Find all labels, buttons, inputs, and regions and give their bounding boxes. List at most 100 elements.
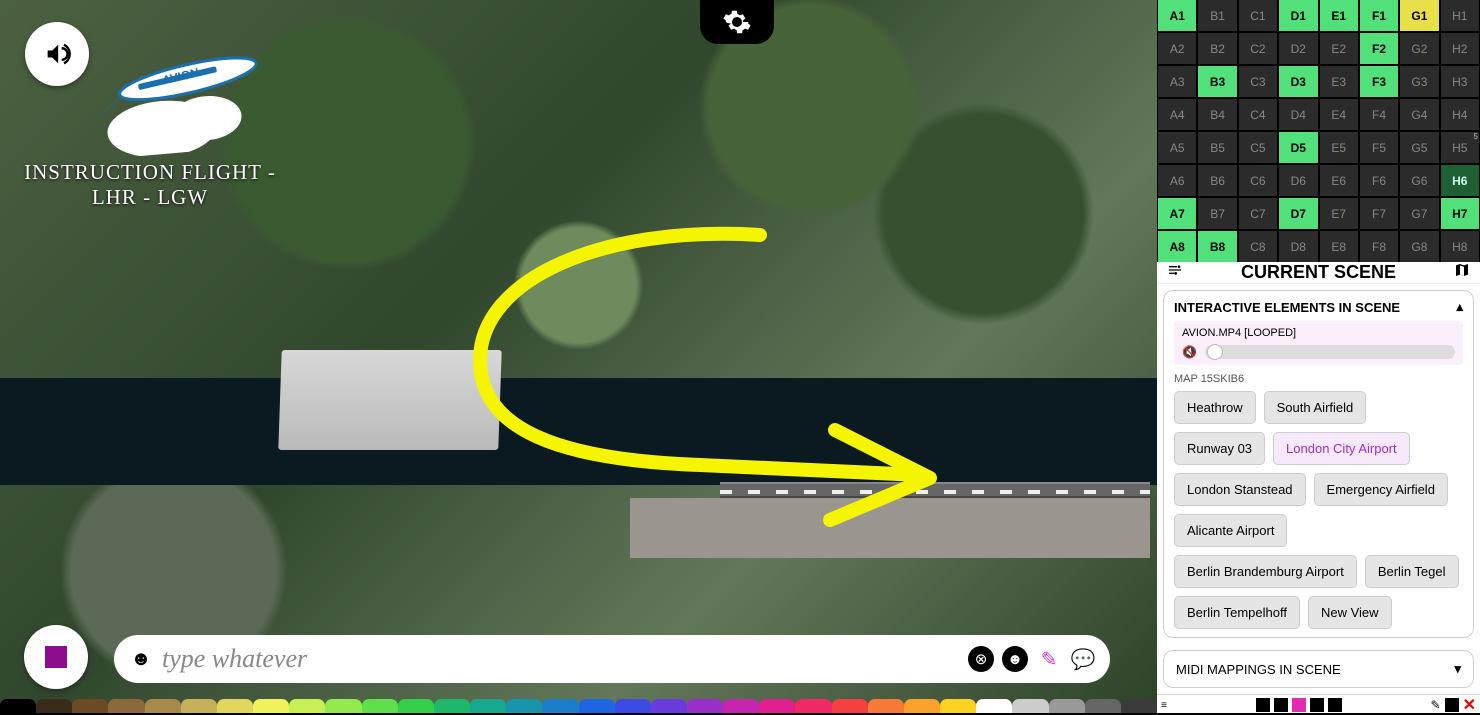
grid-cell-E4[interactable]: E4: [1320, 99, 1358, 130]
palette-swatch[interactable]: [1085, 699, 1121, 713]
grid-cell-B4[interactable]: B4: [1198, 99, 1236, 130]
grid-cell-G7[interactable]: G7: [1400, 198, 1438, 229]
die-icon[interactable]: ⊗: [968, 646, 994, 672]
palette-swatch[interactable]: [470, 699, 506, 713]
grid-cell-C6[interactable]: C6: [1239, 165, 1277, 196]
palette-swatch[interactable]: [723, 699, 759, 713]
tag-berlin-brandemburg-airport[interactable]: Berlin Brandemburg Airport: [1174, 555, 1357, 588]
grid-cell-A5[interactable]: A5: [1158, 132, 1196, 163]
palette-swatch[interactable]: [976, 699, 1012, 713]
pencil-icon[interactable]: ✎: [1036, 646, 1062, 672]
emoji-icon[interactable]: ☻: [128, 646, 154, 672]
palette-swatch[interactable]: [795, 699, 831, 713]
grid-cell-G1[interactable]: G1: [1400, 0, 1438, 31]
chat-input[interactable]: [162, 644, 960, 674]
grid-cell-H7[interactable]: H7: [1441, 198, 1479, 229]
tag-runway-03[interactable]: Runway 03: [1174, 432, 1265, 465]
tag-berlin-tempelhoff[interactable]: Berlin Tempelhoff: [1174, 596, 1300, 629]
grid-cell-H2[interactable]: H2: [1441, 33, 1479, 64]
grid-cell-E7[interactable]: E7: [1320, 198, 1358, 229]
grid-cell-E3[interactable]: E3: [1320, 66, 1358, 97]
grid-cell-F8[interactable]: F8: [1360, 231, 1398, 262]
color-swatch[interactable]: [1445, 698, 1459, 712]
grid-cell-F6[interactable]: F6: [1360, 165, 1398, 196]
palette-swatch[interactable]: [362, 699, 398, 713]
palette-swatch[interactable]: [325, 699, 361, 713]
grid-cell-A1[interactable]: A1: [1158, 0, 1196, 31]
palette-swatch[interactable]: [759, 699, 795, 713]
tag-london-stanstead[interactable]: London Stanstead: [1174, 473, 1306, 506]
grid-cell-E2[interactable]: E2: [1320, 33, 1358, 64]
grid-cell-A3[interactable]: A3: [1158, 66, 1196, 97]
grid-cell-A6[interactable]: A6: [1158, 165, 1196, 196]
grid-cell-F3[interactable]: F3: [1360, 66, 1398, 97]
grid-cell-C2[interactable]: C2: [1239, 33, 1277, 64]
grid-cell-B1[interactable]: B1: [1198, 0, 1236, 31]
settings-button[interactable]: [700, 0, 774, 44]
grid-cell-D8[interactable]: D8: [1279, 231, 1317, 262]
grid-cell-H4[interactable]: H4: [1441, 99, 1479, 130]
palette-swatch[interactable]: [0, 699, 36, 713]
grid-cell-G5[interactable]: G5: [1400, 132, 1438, 163]
chat-icon[interactable]: 💬: [1070, 646, 1096, 672]
globe-icon[interactable]: ☻: [1002, 646, 1028, 672]
grid-cell-F5[interactable]: F5: [1360, 132, 1398, 163]
grid-cell-F1[interactable]: F1: [1360, 0, 1398, 31]
color-swatch[interactable]: [1310, 698, 1324, 712]
grid-cell-E1[interactable]: E1: [1320, 0, 1358, 31]
grid-cell-C4[interactable]: C4: [1239, 99, 1277, 130]
color-swatch[interactable]: [1274, 698, 1288, 712]
palette-swatch[interactable]: [615, 699, 651, 713]
grid-cell-D4[interactable]: D4: [1279, 99, 1317, 130]
grid-cell-B3[interactable]: B3: [1198, 66, 1236, 97]
grid-cell-C7[interactable]: C7: [1239, 198, 1277, 229]
color-swatch-active[interactable]: [1292, 698, 1306, 712]
grid-cell-F7[interactable]: F7: [1360, 198, 1398, 229]
grid-cell-D5[interactable]: D5: [1279, 132, 1317, 163]
grid-cell-G6[interactable]: G6: [1400, 165, 1438, 196]
grid-cell-D7[interactable]: D7: [1279, 198, 1317, 229]
grid-cell-E6[interactable]: E6: [1320, 165, 1358, 196]
mute-icon[interactable]: 🔇: [1182, 345, 1197, 359]
palette-swatch[interactable]: [36, 699, 72, 713]
palette-swatch[interactable]: [108, 699, 144, 713]
palette-swatch[interactable]: [868, 699, 904, 713]
grid-cell-C8[interactable]: C8: [1239, 231, 1277, 262]
tag-heathrow[interactable]: Heathrow: [1174, 391, 1256, 424]
palette-swatch[interactable]: [398, 699, 434, 713]
grid-cell-A2[interactable]: A2: [1158, 33, 1196, 64]
grid-cell-B8[interactable]: B8: [1198, 231, 1236, 262]
palette-swatch[interactable]: [542, 699, 578, 713]
palette-swatch[interactable]: [1121, 699, 1157, 713]
palette-swatch[interactable]: [181, 699, 217, 713]
grid-cell-D1[interactable]: D1: [1279, 0, 1317, 31]
tag-berlin-tegel[interactable]: Berlin Tegel: [1365, 555, 1459, 588]
grid-cell-B5[interactable]: B5: [1198, 132, 1236, 163]
grid-cell-A7[interactable]: A7: [1158, 198, 1196, 229]
midi-mappings-panel[interactable]: MIDI MAPPINGS IN SCENE ▾: [1163, 650, 1474, 688]
record-button[interactable]: [24, 625, 88, 689]
grid-cell-B7[interactable]: B7: [1198, 198, 1236, 229]
palette-swatch[interactable]: [217, 699, 253, 713]
grid-cell-H5[interactable]: H55: [1441, 132, 1479, 163]
tag-new-view[interactable]: New View: [1308, 596, 1392, 629]
grid-cell-E5[interactable]: E5: [1320, 132, 1358, 163]
settings-sliders-icon[interactable]: [1167, 262, 1183, 283]
grid-cell-A4[interactable]: A4: [1158, 99, 1196, 130]
grid-cell-C5[interactable]: C5: [1239, 132, 1277, 163]
color-swatch[interactable]: [1256, 698, 1270, 712]
palette-swatch[interactable]: [687, 699, 723, 713]
grid-cell-B6[interactable]: B6: [1198, 165, 1236, 196]
palette-swatch[interactable]: [289, 699, 325, 713]
grid-cell-H1[interactable]: H1: [1441, 0, 1479, 31]
grid-cell-D6[interactable]: D6: [1279, 165, 1317, 196]
handle-icon[interactable]: ≡: [1161, 700, 1167, 711]
grid-cell-H6[interactable]: H6: [1441, 165, 1479, 196]
grid-cell-D2[interactable]: D2: [1279, 33, 1317, 64]
grid-cell-G2[interactable]: G2: [1400, 33, 1438, 64]
palette-swatch[interactable]: [1049, 699, 1085, 713]
palette-swatch[interactable]: [579, 699, 615, 713]
palette-swatch[interactable]: [1012, 699, 1048, 713]
grid-cell-A8[interactable]: A8: [1158, 231, 1196, 262]
palette-swatch[interactable]: [651, 699, 687, 713]
